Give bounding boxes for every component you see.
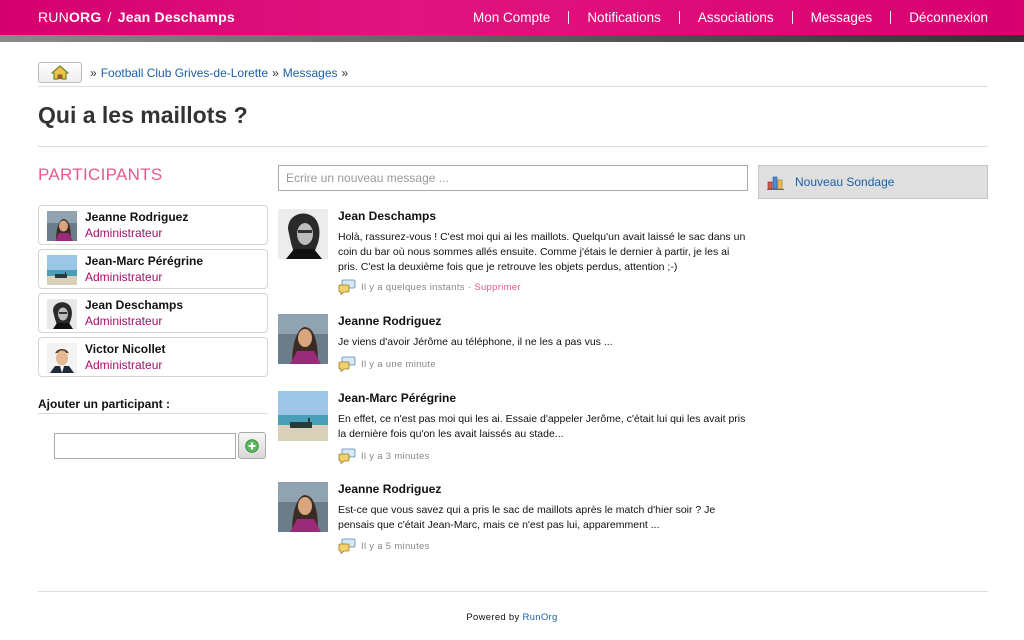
participant-card[interactable]: Jeanne Rodriguez Administrateur — [38, 205, 268, 245]
nav-messages[interactable]: Messages — [811, 10, 873, 25]
message-item: Jean Deschamps Holà, rassurez-vous ! C'e… — [278, 209, 748, 297]
top-bar-strip — [0, 35, 1024, 42]
avatar — [278, 314, 328, 364]
avatar — [47, 255, 77, 285]
footer-prefix: Powered by — [466, 612, 520, 623]
meta-separator: · — [467, 281, 472, 293]
home-button[interactable] — [38, 62, 82, 83]
new-message-input[interactable] — [278, 165, 748, 191]
message-meta: Il y a 5 minutes — [338, 538, 430, 554]
page-title: Qui a les maillots ? — [38, 102, 248, 128]
comment-icon[interactable] — [338, 448, 356, 464]
message-item: Jeanne Rodriguez Est-ce que vous savez q… — [278, 482, 748, 557]
add-participant-input[interactable] — [54, 433, 236, 459]
message-meta: Il y a 3 minutes — [338, 448, 430, 464]
message-body: Est-ce que vous savez qui a pris le sac … — [338, 504, 716, 531]
message-meta: Il y a quelques instants · Supprimer — [338, 279, 521, 295]
participant-role: Administrateur — [85, 226, 163, 240]
message-author[interactable]: Jean-Marc Pérégrine — [338, 391, 456, 405]
plus-circle-icon — [245, 438, 259, 453]
nav-divider — [890, 11, 892, 24]
message-body: Je viens d'avoir Jérôme au téléphone, il… — [338, 336, 613, 348]
message-body: Holà, rassurez-vous ! C'est moi qui ai l… — [338, 231, 746, 273]
footer: Powered by RunOrg — [0, 612, 1024, 623]
message-body: En effet, ce n'est pas moi qui les ai. E… — [338, 413, 746, 440]
message-item: Jeanne Rodriguez Je viens d'avoir Jérôme… — [278, 314, 748, 374]
message-author[interactable]: Jeanne Rodriguez — [338, 314, 441, 328]
avatar — [278, 209, 328, 259]
top-bar: RUNORG / Jean Deschamps Mon Compte Notif… — [0, 0, 1024, 35]
avatar — [278, 482, 328, 532]
participant-name: Jean-Marc Pérégrine — [85, 254, 204, 268]
message-item: Jean-Marc Pérégrine En effet, ce n'est p… — [278, 391, 748, 466]
nav-divider — [568, 11, 570, 24]
home-icon — [51, 65, 69, 80]
participant-card[interactable]: Jean Deschamps Administrateur — [38, 293, 268, 333]
avatar — [47, 211, 77, 241]
add-participant-label: Ajouter un participant : — [38, 397, 170, 411]
participant-name: Jean Deschamps — [85, 298, 184, 312]
add-participant-button[interactable] — [238, 432, 266, 459]
message-time: Il y a une minute — [361, 358, 436, 370]
brand-org: ORG — [68, 9, 102, 25]
delete-link[interactable]: Supprimer — [474, 282, 521, 293]
nav-associations[interactable]: Associations — [698, 10, 774, 25]
message-meta: Il y a une minute — [338, 356, 436, 372]
breadcrumb-separator: » — [272, 65, 279, 80]
message-time: Il y a 3 minutes — [361, 450, 430, 462]
divider — [38, 413, 268, 414]
nav-deconnexion[interactable]: Déconnexion — [909, 10, 988, 25]
nav-divider — [678, 11, 680, 24]
participant-role: Administrateur — [85, 358, 163, 372]
message-time: Il y a 5 minutes — [361, 540, 430, 552]
top-nav: Mon Compte Notifications Associations Me… — [473, 10, 988, 25]
brand[interactable]: RUNORG / Jean Deschamps — [38, 9, 235, 25]
avatar — [47, 343, 77, 373]
message-time: Il y a quelques instants — [361, 281, 465, 293]
participant-role: Administrateur — [85, 314, 163, 328]
new-poll-label: Nouveau Sondage — [795, 175, 895, 189]
poll-chart-icon — [767, 176, 784, 190]
nav-notifications[interactable]: Notifications — [587, 10, 661, 25]
participants-list: Jeanne Rodriguez Administrateur Jean-Mar… — [38, 205, 268, 381]
participant-name: Jeanne Rodriguez — [85, 210, 189, 224]
breadcrumb-club-link[interactable]: Football Club Grives-de-Lorette — [101, 66, 268, 80]
breadcrumb: » Football Club Grives-de-Lorette » Mess… — [38, 62, 352, 83]
participant-name: Victor Nicollet — [85, 342, 166, 356]
participant-card[interactable]: Jean-Marc Pérégrine Administrateur — [38, 249, 268, 289]
message-author[interactable]: Jeanne Rodriguez — [338, 482, 441, 496]
comment-icon[interactable] — [338, 356, 356, 372]
comment-icon[interactable] — [338, 538, 356, 554]
divider — [38, 86, 988, 87]
divider — [38, 146, 988, 147]
participant-card[interactable]: Victor Nicollet Administrateur — [38, 337, 268, 377]
avatar — [278, 391, 328, 441]
brand-separator: / — [107, 9, 112, 25]
new-poll-button[interactable]: Nouveau Sondage — [758, 165, 988, 199]
nav-divider — [791, 11, 793, 24]
current-user-name: Jean Deschamps — [117, 9, 235, 25]
footer-runorg-link[interactable]: RunOrg — [523, 612, 558, 623]
comment-icon[interactable] — [338, 279, 356, 295]
message-author[interactable]: Jean Deschamps — [338, 209, 436, 223]
breadcrumb-separator: » — [341, 65, 349, 80]
participants-title: PARTICIPANTS — [38, 165, 163, 184]
breadcrumb-separator: » — [90, 65, 97, 80]
avatar — [47, 299, 77, 329]
breadcrumb-messages-link[interactable]: Messages — [283, 66, 338, 80]
participant-role: Administrateur — [85, 270, 163, 284]
nav-mon-compte[interactable]: Mon Compte — [473, 10, 550, 25]
brand-run: RUN — [38, 9, 69, 25]
divider — [38, 591, 988, 592]
